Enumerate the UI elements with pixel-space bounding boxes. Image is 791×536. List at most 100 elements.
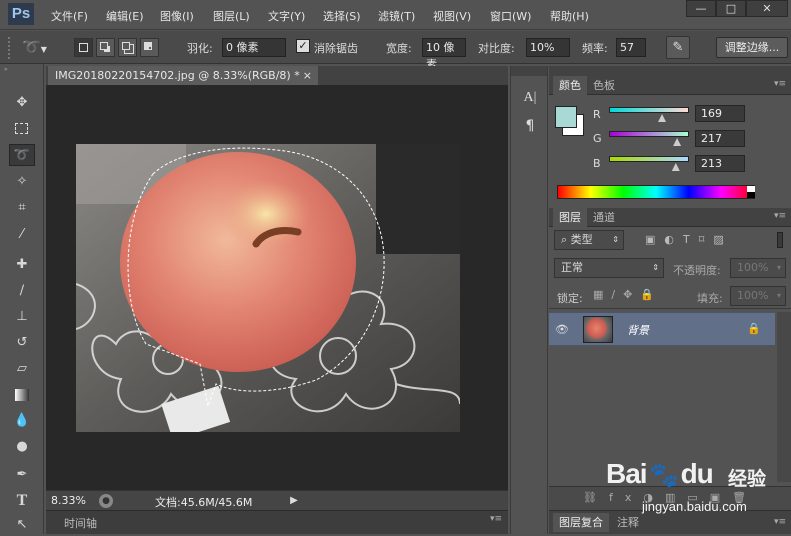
blend-mode-select[interactable]: 正常 ⇕ — [554, 258, 664, 278]
subtract-selection-icon[interactable] — [118, 38, 137, 57]
layers-panel-menu-icon[interactable]: ▾≡ — [774, 211, 786, 221]
collapsed-panel-dock: A| ¶ — [510, 66, 548, 534]
document-tab[interactable]: IMG20180220154702.jpg @ 8.33%(RGB/8) * × — [48, 66, 318, 85]
marquee-tool-icon[interactable] — [9, 118, 35, 140]
gradient-tool-icon[interactable] — [9, 384, 35, 406]
baidu-paw-icon: 🐾 — [649, 462, 679, 489]
baidu-watermark: Bai 🐾du 经验 jingyan.baidu.com — [606, 450, 786, 530]
character-panel-icon[interactable]: A| — [520, 90, 540, 110]
frequency-label: 频率: — [582, 42, 608, 55]
timeline-menu-icon[interactable]: ▾≡ — [490, 514, 502, 524]
fill-label: 填充: — [697, 292, 723, 305]
blue-slider[interactable] — [609, 156, 689, 162]
zoom-level[interactable]: 8.33% — [51, 494, 86, 507]
menu-file[interactable]: 文件(F) — [51, 8, 88, 24]
red-slider-thumb[interactable] — [658, 114, 667, 122]
type-tool-icon[interactable]: T — [9, 490, 35, 512]
status-info-icon[interactable]: ● — [99, 494, 113, 508]
lock-icons[interactable]: ▦∕✥🔒 — [593, 288, 673, 304]
eraser-tool-icon[interactable]: ▱ — [9, 358, 35, 380]
menu-help[interactable]: 帮助(H) — [550, 8, 589, 24]
history-brush-icon[interactable]: ↺ — [9, 332, 35, 354]
antialias-checkbox[interactable]: ✓ — [296, 39, 310, 53]
layer-name[interactable]: 背景 — [627, 322, 649, 338]
pen-tool-icon[interactable]: ✒ — [9, 464, 35, 486]
menu-window[interactable]: 窗口(W) — [490, 8, 531, 24]
width-input[interactable]: 10 像素 — [422, 38, 466, 71]
filter-toggle[interactable] — [777, 232, 783, 248]
brush-tool-icon[interactable]: ∕ — [9, 280, 35, 302]
tab-layer-comps[interactable]: 图层复合 — [553, 513, 609, 532]
menu-select[interactable]: 选择(S) — [323, 8, 361, 24]
layer-lock-icon: 🔒 — [747, 322, 761, 335]
move-tool-icon[interactable]: ✥ — [9, 92, 35, 114]
menu-type[interactable]: 文字(Y) — [268, 8, 305, 24]
feather-input[interactable]: 0 像素 — [222, 38, 286, 57]
crop-tool-icon[interactable]: ⌗ — [9, 197, 35, 219]
photoshop-logo: Ps — [8, 3, 34, 25]
lasso-tool-icon[interactable]: ➰ — [9, 144, 35, 166]
tab-layers[interactable]: 图层 — [553, 208, 587, 227]
document-size: 文档:45.6M/45.6M — [155, 496, 253, 509]
menu-layer[interactable]: 图层(L) — [213, 8, 250, 24]
opacity-input[interactable]: 100% ▾ — [730, 258, 786, 278]
tab-color[interactable]: 颜色 — [553, 76, 587, 95]
red-value-input[interactable]: 169 — [695, 105, 745, 122]
green-label: G — [593, 132, 602, 145]
minimize-button[interactable]: — — [686, 0, 716, 17]
blue-label: B — [593, 157, 601, 170]
color-panel: 颜色 色板 ▾≡ R G B 169 217 213 — [549, 76, 791, 210]
layer-filter-icons[interactable]: ▣◐T⌑▨ — [645, 233, 775, 249]
magic-wand-icon[interactable]: ✧ — [9, 171, 35, 193]
visibility-eye-icon[interactable]: 👁 — [555, 323, 569, 336]
intersect-selection-icon[interactable] — [140, 38, 159, 57]
layer-filter-select[interactable]: ⌕ 类型 ⇕ — [554, 230, 624, 250]
contrast-input[interactable]: 10% — [526, 38, 570, 57]
pen-pressure-icon[interactable]: ✎ — [666, 36, 690, 59]
add-selection-icon[interactable] — [96, 38, 115, 57]
healing-brush-icon[interactable]: ✚ — [9, 254, 35, 276]
red-label: R — [593, 108, 601, 121]
timeline-panel: 时间轴 ▾≡ — [46, 510, 508, 534]
red-slider[interactable] — [609, 107, 689, 113]
menu-filter[interactable]: 滤镜(T) — [378, 8, 415, 24]
options-grip — [8, 37, 16, 59]
menu-view[interactable]: 视图(V) — [433, 8, 471, 24]
photo-apple — [76, 144, 460, 432]
feather-label: 羽化: — [187, 42, 213, 55]
paragraph-panel-icon[interactable]: ¶ — [520, 118, 540, 138]
maximize-button[interactable]: □ — [716, 0, 746, 17]
blue-slider-thumb[interactable] — [671, 163, 680, 171]
refine-edge-button[interactable]: 调整边缘... — [716, 37, 788, 58]
new-selection-icon[interactable] — [74, 38, 93, 57]
width-label: 宽度: — [386, 42, 412, 55]
menu-edit[interactable]: 编辑(E) — [106, 8, 144, 24]
green-slider-thumb[interactable] — [673, 138, 682, 146]
stamp-tool-icon[interactable]: ⊥ — [9, 306, 35, 328]
blue-value-input[interactable]: 213 — [695, 155, 745, 172]
eyedropper-icon[interactable]: ⁄ — [9, 224, 35, 246]
tab-channels[interactable]: 通道 — [587, 208, 621, 227]
frequency-input[interactable]: 57 — [616, 38, 646, 57]
magnetic-lasso-preset-icon[interactable]: ➰▼ — [22, 36, 62, 59]
opacity-label: 不透明度: — [673, 264, 721, 277]
green-value-input[interactable]: 217 — [695, 130, 745, 147]
status-menu-arrow-icon[interactable]: ▶ — [286, 493, 302, 509]
color-panel-menu-icon[interactable]: ▾≡ — [774, 79, 786, 89]
tab-swatches[interactable]: 色板 — [587, 76, 621, 95]
timeline-tab[interactable]: 时间轴 — [64, 515, 97, 531]
menu-bar: Ps 文件(F) 编辑(E) 图像(I) 图层(L) 文字(Y) 选择(S) 滤… — [0, 0, 791, 30]
layer-row[interactable]: 👁 背景 🔒 — [549, 312, 775, 346]
color-spectrum-bar[interactable] — [557, 185, 755, 199]
foreground-color-swatch[interactable] — [555, 106, 577, 128]
dodge-tool-icon[interactable]: ● — [9, 436, 35, 458]
status-bar: 8.33% ● 文档:45.6M/45.6M ▶ — [46, 490, 508, 510]
blur-tool-icon[interactable]: 💧 — [9, 410, 35, 432]
document-canvas[interactable] — [76, 144, 460, 432]
close-tab-icon[interactable]: × — [303, 66, 312, 85]
fill-input[interactable]: 100% ▾ — [730, 286, 786, 306]
close-button[interactable]: ✕ — [746, 0, 788, 17]
green-slider[interactable] — [609, 131, 689, 137]
path-select-icon[interactable]: ↖ — [9, 514, 35, 536]
menu-image[interactable]: 图像(I) — [160, 8, 194, 24]
